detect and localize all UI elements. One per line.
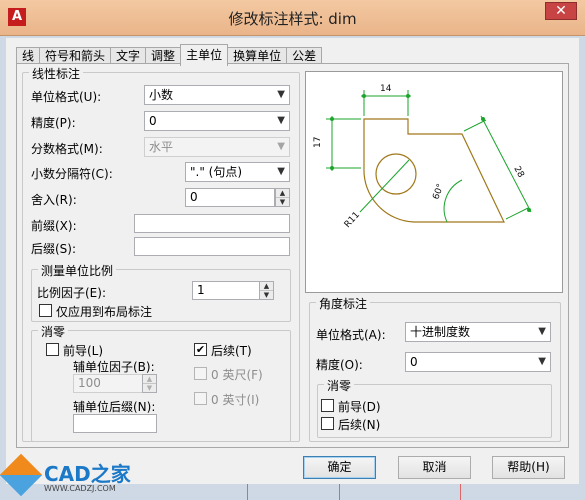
scale-factor-spinner[interactable]: ▲ ▼ [259,281,274,300]
sub-unit-factor-label: 辅单位因子(B): [73,360,155,374]
round-off-label: 舍入(R): [31,193,77,207]
dimension-line-right [480,115,532,213]
sub-unit-suffix-label: 辅单位后缀(N): [73,400,156,414]
suffix-input[interactable] [134,237,290,256]
zero-inches-checkbox [194,392,207,405]
site-watermark: CAD之家 WWW.CADZJ.COM [0,453,150,500]
tab-primary-units[interactable]: 主单位 [180,44,229,66]
angular-leading-checkbox[interactable] [321,399,334,412]
chevron-down-icon: ▼ [277,115,285,126]
primary-units-panel: 线性标注 单位格式(U): 小数 ▼ 精度(P): 0 ▼ 分数格式(M): 水… [16,63,569,448]
dim-text-angle: 60° [431,183,446,201]
sub-unit-suffix-input[interactable] [73,414,157,433]
angular-trailing-label: 后续(N) [338,418,381,432]
watermark-brand: CAD之家 [44,462,131,486]
scale-factor-label: 比例因子(E): [37,286,106,300]
dimension-preview: 14 17 28 60° R11 [305,71,563,293]
dim-text-top: 14 [380,84,392,94]
background-line [460,484,461,500]
zero-group-title: 消零 [38,323,69,340]
close-button[interactable]: ✕ [545,2,577,20]
leader-radius [359,159,410,213]
chevron-down-icon: ▼ [277,141,285,152]
ok-button[interactable]: 确定 [303,456,376,479]
spin-down-icon[interactable]: ▼ [260,291,273,300]
angular-unit-format-value: 十进制度数 [410,325,471,339]
scale-factor-input[interactable]: 1 [192,281,260,300]
prefix-label: 前缀(X): [31,219,77,233]
dialog-title: 修改标注样式: dim [228,10,357,28]
fraction-format-label: 分数格式(M): [31,142,103,156]
dim-text-radius: R11 [343,210,362,230]
spin-up-icon[interactable]: ▲ [260,282,273,291]
fraction-format-select: 水平 ▼ [144,137,290,157]
prefix-input[interactable] [134,214,290,233]
chevron-down-icon: ▼ [538,356,546,367]
angular-precision-value: 0 [410,355,418,369]
scale-group-title: 测量单位比例 [38,262,117,279]
precision-select[interactable]: 0 ▼ [144,111,290,131]
chevron-down-icon: ▼ [277,89,285,100]
spin-up-icon[interactable]: ▲ [276,189,289,198]
unit-format-select[interactable]: 小数 ▼ [144,85,290,105]
help-button[interactable]: 帮助(H) [492,456,565,479]
angular-unit-format-label: 单位格式(A): [316,328,386,342]
decimal-separator-label: 小数分隔符(C): [31,167,113,181]
watermark-url: WWW.CADZJ.COM [44,484,116,493]
decimal-separator-select[interactable]: "." (句点) ▼ [185,162,290,182]
angular-precision-label: 精度(O): [316,358,363,372]
angular-unit-format-select[interactable]: 十进制度数 ▼ [405,322,551,342]
suffix-label: 后缀(S): [31,242,77,256]
leading-zero-label: 前导(L) [63,344,104,358]
angular-group-title: 角度标注 [316,295,371,312]
zero-feet-checkbox [194,367,207,380]
angular-zero-group-title: 消零 [324,377,355,394]
spin-down-icon: ▼ [146,384,153,392]
zero-feet-label: 0 英尺(F) [211,368,263,382]
sub-unit-factor-input: 100 [73,374,143,393]
layout-only-checkbox[interactable] [39,304,52,317]
preview-drawing: 14 17 28 60° R11 [313,84,532,230]
angular-precision-select[interactable]: 0 ▼ [405,352,551,372]
spin-down-icon[interactable]: ▼ [276,198,289,207]
angular-leading-label: 前导(D) [338,400,381,414]
cancel-button[interactable]: 取消 [398,456,471,479]
cad-logo-icon [0,453,43,497]
unit-format-value: 小数 [149,88,174,102]
dim-text-left: 17 [313,137,323,148]
round-off-spinner[interactable]: ▲ ▼ [275,188,290,207]
zero-inches-label: 0 英寸(I) [211,393,260,407]
precision-label: 精度(P): [31,116,76,130]
decimal-separator-value: "." (句点) [190,165,243,179]
title-bar: A 修改标注样式: dim ✕ [0,0,585,36]
trailing-zero-checkbox[interactable]: ✔ [194,343,207,356]
round-off-input[interactable]: 0 [185,188,275,207]
linear-group-title: 线性标注 [29,65,84,82]
trailing-zero-label: 后续(T) [211,344,252,358]
chevron-down-icon: ▼ [538,326,546,337]
dimension-arc-angle [443,179,463,223]
angular-trailing-checkbox[interactable] [321,417,334,430]
leading-zero-checkbox[interactable] [46,343,59,356]
layout-only-label: 仅应用到布局标注 [56,305,153,319]
precision-value: 0 [149,114,157,128]
part-outline [363,118,505,223]
spin-up-icon: ▲ [143,375,156,384]
dialog-client-area: 线 符号和箭头 文字 调整 主单位 换算单位 公差 线性标注 单位格式(U): … [6,38,579,484]
unit-format-label: 单位格式(U): [31,90,102,104]
sub-unit-factor-spinner: ▲ ▼ [142,374,157,393]
background-line [339,484,340,500]
chevron-down-icon: ▼ [277,166,285,177]
fraction-format-value: 水平 [149,140,174,154]
background-line [247,484,248,500]
tab-strip: 线 符号和箭头 文字 调整 主单位 换算单位 公差 [16,44,323,66]
